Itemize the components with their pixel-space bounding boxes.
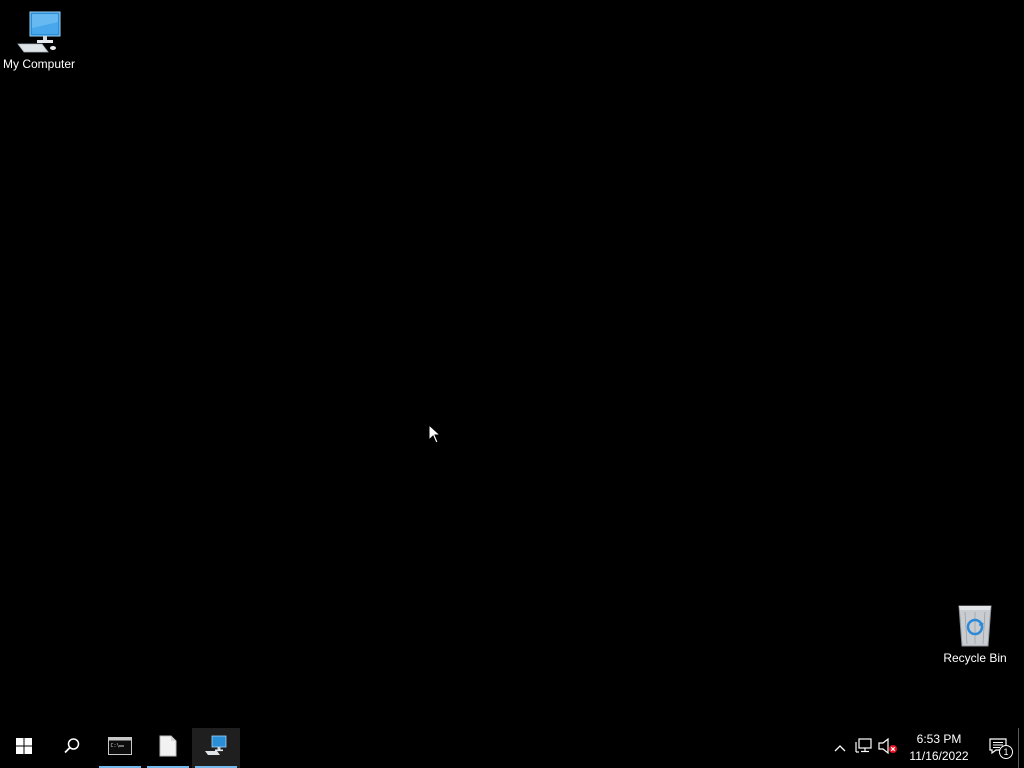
taskbar: C:\ 6:53 PM 11/16/2022 1 <box>0 728 1024 768</box>
volume-muted-icon <box>878 737 898 759</box>
notification-count-badge: 1 <box>999 745 1013 759</box>
document-icon <box>159 735 177 762</box>
windows-start-icon <box>16 737 32 759</box>
desktop-icon-recycle-bin[interactable]: Recycle Bin <box>936 602 1014 665</box>
action-center-button[interactable]: 1 <box>978 728 1018 768</box>
clock-date: 11/16/2022 <box>909 749 969 763</box>
desktop[interactable]: My Computer Recycle Bin <box>0 0 1024 728</box>
volume-button[interactable] <box>876 728 900 768</box>
search-icon <box>63 737 81 760</box>
system-tray: 6:53 PM 11/16/2022 1 <box>828 728 1024 768</box>
chevron-up-icon <box>834 739 846 757</box>
clock-time: 6:53 PM <box>916 732 962 746</box>
network-status-button[interactable] <box>852 728 876 768</box>
computer-icon <box>204 735 228 762</box>
taskbar-app-this-pc[interactable] <box>192 728 240 768</box>
desktop-icon-my-computer[interactable]: My Computer <box>0 8 78 71</box>
svg-text:C:\: C:\ <box>111 743 120 749</box>
mouse-cursor-icon <box>428 423 442 444</box>
command-prompt-icon: C:\ <box>108 736 132 761</box>
recycle-bin-icon <box>951 602 999 650</box>
desktop-icon-label: Recycle Bin <box>943 651 1007 665</box>
taskbar-app-document[interactable] <box>144 728 192 768</box>
computer-icon <box>15 8 63 56</box>
taskbar-clock[interactable]: 6:53 PM 11/16/2022 <box>900 728 978 768</box>
network-icon <box>855 737 873 759</box>
search-button[interactable] <box>48 728 96 768</box>
desktop-icon-label: My Computer <box>2 57 76 71</box>
taskbar-app-command-prompt[interactable]: C:\ <box>96 728 144 768</box>
show-desktop-button[interactable] <box>1018 728 1024 768</box>
start-button[interactable] <box>0 728 48 768</box>
show-hidden-icons-button[interactable] <box>828 728 852 768</box>
